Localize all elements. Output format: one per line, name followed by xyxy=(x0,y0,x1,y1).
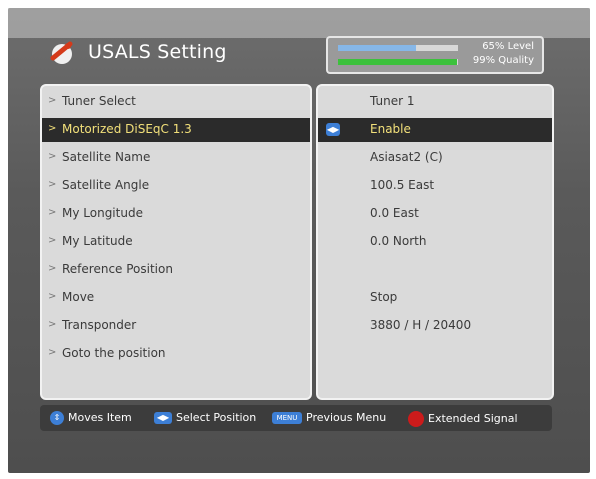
value-move[interactable]: Stop xyxy=(318,286,552,310)
menu-item-label: Tuner Select xyxy=(62,94,136,108)
value-text: Stop xyxy=(370,290,398,304)
left-right-arrows-icon: ◀▶ xyxy=(326,123,340,136)
menu-item-satellite-angle[interactable]: > Satellite Angle xyxy=(42,174,310,198)
level-bar-fill xyxy=(338,45,416,51)
menu-item-tuner-select[interactable]: > Tuner Select xyxy=(42,90,310,114)
value-text: 100.5 East xyxy=(370,178,435,192)
menu-item-label: My Latitude xyxy=(62,234,133,248)
value-satellite-name[interactable]: Asiasat2 (C) xyxy=(318,146,552,170)
quality-text: 99% Quality xyxy=(472,55,534,66)
left-right-key-icon: ◀▶ xyxy=(154,412,172,424)
value-my-latitude[interactable]: 0.0 North xyxy=(318,230,552,254)
value-text: Enable xyxy=(370,122,411,136)
page-title: USALS Setting xyxy=(88,41,227,63)
hint-extended-signal: Extended Signal xyxy=(408,411,518,427)
value-text: 3880 / H / 20400 xyxy=(370,318,472,332)
key-help-bar: ⇕ Moves Item ◀▶ Select Position MENU Previo… xyxy=(40,405,552,431)
value-motorized-diseqc[interactable]: ◀▶ Enable xyxy=(318,118,552,142)
menu-key-icon: MENU xyxy=(272,412,302,424)
hint-previous-menu: MENU Previous Menu xyxy=(272,411,386,424)
value-text: 0.0 East xyxy=(370,206,419,220)
chevron-right-icon: > xyxy=(48,291,57,302)
level-text: 65% Level xyxy=(482,41,534,52)
value-reference-position[interactable] xyxy=(318,258,552,282)
value-text: 0.0 North xyxy=(370,234,427,248)
settings-list: > Tuner Select > Motorized DiSEqC 1.3 > … xyxy=(40,84,312,400)
chevron-right-icon: > xyxy=(48,235,57,246)
value-text: Asiasat2 (C) xyxy=(370,150,443,164)
menu-item-label: Reference Position xyxy=(62,262,173,276)
chevron-right-icon: > xyxy=(48,95,57,106)
quality-bar xyxy=(338,59,458,65)
menu-item-transponder[interactable]: > Transponder xyxy=(42,314,310,338)
menu-item-label: Move xyxy=(62,290,95,304)
menu-item-reference-position[interactable]: > Reference Position xyxy=(42,258,310,282)
up-down-key-icon: ⇕ xyxy=(50,411,64,425)
values-panel: Tuner 1 ◀▶ Enable Asiasat2 (C) 100.5 Eas… xyxy=(316,84,554,400)
menu-item-motorized-diseqc[interactable]: > Motorized DiSEqC 1.3 xyxy=(42,118,310,142)
hint-select-position: ◀▶ Select Position xyxy=(154,411,256,424)
chevron-right-icon: > xyxy=(48,123,57,134)
menu-item-label: Goto the position xyxy=(62,346,166,360)
menu-item-label: Transponder xyxy=(62,318,137,332)
level-bar xyxy=(338,45,458,51)
menu-item-satellite-name[interactable]: > Satellite Name xyxy=(42,146,310,170)
chevron-right-icon: > xyxy=(48,347,57,358)
chevron-right-icon: > xyxy=(48,319,57,330)
menu-item-goto-position[interactable]: > Goto the position xyxy=(42,342,310,366)
chevron-right-icon: > xyxy=(48,151,57,162)
hint-label: Select Position xyxy=(176,411,257,424)
chevron-right-icon: > xyxy=(48,263,57,274)
value-transponder[interactable]: 3880 / H / 20400 xyxy=(318,314,552,338)
chevron-right-icon: > xyxy=(48,179,57,190)
value-my-longitude[interactable]: 0.0 East xyxy=(318,202,552,226)
hint-label: Extended Signal xyxy=(428,412,518,425)
red-key-icon xyxy=(408,411,424,427)
value-tuner-select[interactable]: Tuner 1 xyxy=(318,90,552,114)
menu-item-label: Satellite Angle xyxy=(62,178,150,192)
menu-item-move[interactable]: > Move xyxy=(42,286,310,310)
satellite-dish-icon xyxy=(50,41,73,64)
menu-item-label: Motorized DiSEqC 1.3 xyxy=(62,122,192,136)
menu-item-my-longitude[interactable]: > My Longitude xyxy=(42,202,310,226)
value-goto-position[interactable] xyxy=(318,342,552,366)
menu-item-my-latitude[interactable]: > My Latitude xyxy=(42,230,310,254)
hint-moves-item: ⇕ Moves Item xyxy=(50,411,132,425)
quality-bar-fill xyxy=(338,59,457,65)
chevron-right-icon: > xyxy=(48,207,57,218)
header: USALS Setting 65% Level 99% Quality xyxy=(40,34,552,74)
menu-item-label: Satellite Name xyxy=(62,150,151,164)
hint-label: Previous Menu xyxy=(306,411,387,424)
hint-label: Moves Item xyxy=(68,411,132,424)
value-satellite-angle[interactable]: 100.5 East xyxy=(318,174,552,198)
menu-item-label: My Longitude xyxy=(62,206,143,220)
value-text: Tuner 1 xyxy=(370,94,415,108)
signal-meter: 65% Level 99% Quality xyxy=(326,36,544,74)
